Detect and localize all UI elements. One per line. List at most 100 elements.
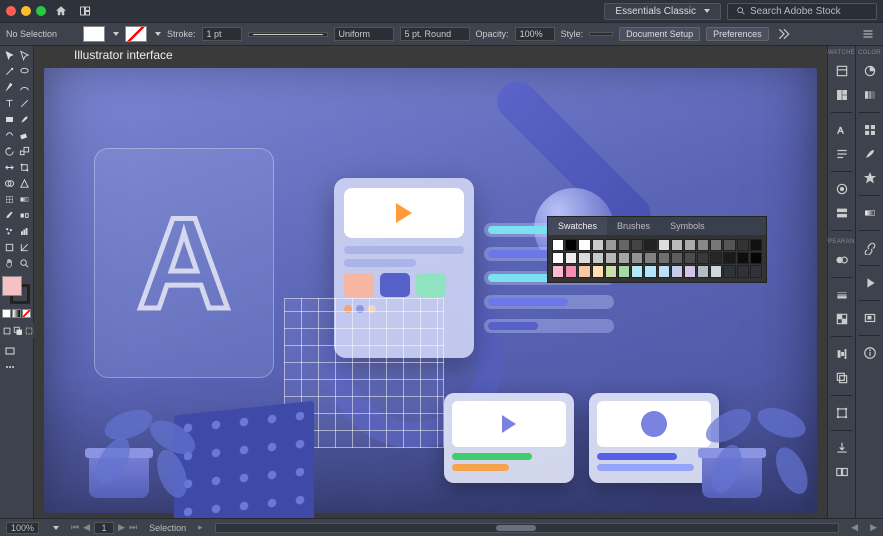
chevron-down-icon[interactable] (155, 32, 161, 36)
pathfinder-panel-icon[interactable] (833, 369, 851, 387)
swatch-cell[interactable] (631, 265, 643, 277)
stroke-swatch-button[interactable] (125, 26, 147, 42)
rectangle-tool[interactable] (2, 112, 16, 127)
free-transform-tool[interactable] (17, 160, 31, 175)
type-tool[interactable] (2, 96, 16, 111)
swatch-cell[interactable] (684, 239, 696, 251)
swatch-cell[interactable] (592, 265, 604, 277)
swatch-cell[interactable] (644, 252, 656, 264)
document-setup-button[interactable]: Document Setup (619, 27, 700, 41)
pen-tool[interactable] (2, 80, 16, 95)
prev-artboard-button[interactable]: ◀ (83, 522, 90, 534)
swatch-cell[interactable] (697, 252, 709, 264)
info-panel-icon[interactable] (861, 344, 879, 362)
swatch-cell[interactable] (750, 252, 762, 264)
close-window-button[interactable] (6, 6, 16, 16)
stroke-profile-select[interactable]: Uniform (334, 27, 394, 41)
swatch-cell[interactable] (658, 252, 670, 264)
graphic-style-select[interactable] (589, 32, 613, 36)
slice-tool[interactable] (17, 240, 31, 255)
edit-toolbar-button[interactable] (2, 359, 17, 374)
artboard-number[interactable]: 1 (94, 522, 114, 534)
color-panel-icon[interactable] (861, 62, 879, 80)
swatch-cell[interactable] (618, 239, 630, 251)
appearance-panel-icon[interactable] (833, 180, 851, 198)
chevron-down-icon[interactable] (53, 526, 59, 530)
transparency-panel-icon[interactable] (833, 310, 851, 328)
screen-mode-button[interactable] (2, 343, 17, 358)
home-icon[interactable] (52, 2, 70, 20)
shape-builder-tool[interactable] (2, 176, 16, 191)
swatch-cell[interactable] (578, 265, 590, 277)
align-flyout-icon[interactable] (775, 25, 793, 43)
swatch-cell[interactable] (684, 265, 696, 277)
minimize-window-button[interactable] (21, 6, 31, 16)
swatch-cell[interactable] (644, 265, 656, 277)
swatch-cell[interactable] (697, 239, 709, 251)
links-panel-icon[interactable] (861, 239, 879, 257)
swatch-cell[interactable] (671, 265, 683, 277)
magic-wand-tool[interactable] (2, 64, 16, 79)
width-tool[interactable] (2, 160, 16, 175)
curvature-tool[interactable] (17, 80, 31, 95)
symbols-panel-icon[interactable] (861, 169, 879, 187)
first-artboard-button[interactable]: ⏮ (71, 522, 79, 534)
blend-tool[interactable] (17, 208, 31, 223)
swatch-cell[interactable] (658, 239, 670, 251)
scrollbar-thumb[interactable] (496, 525, 536, 531)
swatch-cell[interactable] (578, 252, 590, 264)
layers-panel-icon[interactable] (833, 204, 851, 222)
fill-stroke-indicator[interactable] (2, 276, 32, 306)
draw-inside-icon[interactable] (24, 323, 34, 338)
swatch-cell[interactable] (565, 265, 577, 277)
color-guide-icon[interactable] (861, 86, 879, 104)
workspace-switcher[interactable]: Essentials Classic (604, 3, 721, 20)
swatch-cell[interactable] (565, 252, 577, 264)
navigator-panel-icon[interactable] (861, 309, 879, 327)
swatch-cell[interactable] (697, 265, 709, 277)
swatch-cell[interactable] (618, 265, 630, 277)
swatch-cell[interactable] (710, 239, 722, 251)
swatch-cell[interactable] (723, 265, 735, 277)
paragraph-panel-icon[interactable] (833, 145, 851, 163)
opacity-input[interactable]: 100% (515, 27, 555, 41)
swatch-cell[interactable] (552, 252, 564, 264)
last-artboard-button[interactable]: ⏭ (129, 522, 137, 534)
swatch-cell[interactable] (578, 239, 590, 251)
brush-select[interactable]: 5 pt. Round (400, 27, 470, 41)
swatch-cell[interactable] (552, 265, 564, 277)
eraser-tool[interactable] (17, 128, 31, 143)
align-panel-icon[interactable] (833, 345, 851, 363)
stroke-panel-icon[interactable] (833, 286, 851, 304)
selection-tool[interactable] (2, 48, 16, 63)
transform-panel-icon[interactable] (833, 404, 851, 422)
mesh-tool[interactable] (2, 192, 16, 207)
zoom-level-input[interactable]: 100% (6, 522, 39, 534)
swatch-cell[interactable] (658, 265, 670, 277)
swatch-cell[interactable] (710, 252, 722, 264)
scroll-left-button[interactable]: ◀ (851, 522, 858, 533)
symbol-sprayer-tool[interactable] (2, 224, 16, 239)
swatch-cell[interactable] (671, 239, 683, 251)
lasso-tool[interactable] (17, 64, 31, 79)
horizontal-scrollbar[interactable] (215, 523, 840, 533)
swatch-cell[interactable] (565, 239, 577, 251)
stroke-weight-input[interactable]: 1 pt (202, 27, 242, 41)
panel-menu-icon[interactable] (859, 25, 877, 43)
graphic-styles-icon[interactable] (833, 251, 851, 269)
draw-behind-icon[interactable] (13, 323, 23, 338)
chevron-down-icon[interactable] (113, 32, 119, 36)
swatches-panel-icon[interactable] (861, 121, 879, 139)
search-stock-field[interactable]: Search Adobe Stock (727, 3, 877, 20)
rotate-tool[interactable] (2, 144, 16, 159)
swatch-cell[interactable] (737, 252, 749, 264)
swatch-cell[interactable] (723, 239, 735, 251)
tab-swatches[interactable]: Swatches (548, 217, 607, 235)
swatch-cell[interactable] (592, 252, 604, 264)
tab-symbols[interactable]: Symbols (660, 217, 715, 235)
next-artboard-button[interactable]: ▶ (118, 522, 125, 534)
swatch-cell[interactable] (605, 239, 617, 251)
swatches-panel[interactable]: Swatches Brushes Symbols (547, 216, 767, 283)
graph-tool[interactable] (17, 224, 31, 239)
hand-tool[interactable] (2, 256, 16, 271)
